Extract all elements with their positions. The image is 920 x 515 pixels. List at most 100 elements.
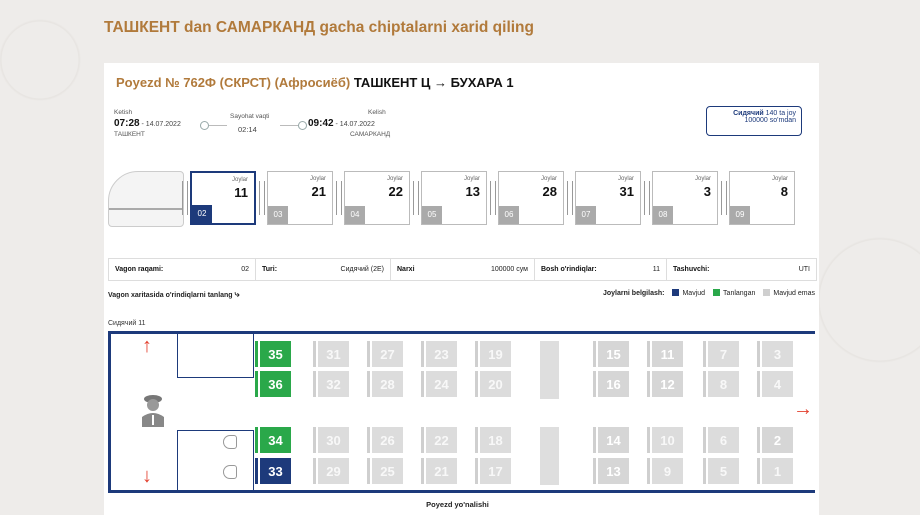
conductor-icon xyxy=(142,395,164,427)
seat-10[interactable]: 10 xyxy=(647,427,683,453)
seat-8[interactable]: 8 xyxy=(703,371,739,397)
train-number: Poyezd № 762Ф (СКРСТ) (Афросиёб) xyxy=(116,75,351,90)
seat-4[interactable]: 4 xyxy=(757,371,793,397)
duration-label: Sayohat vaqti xyxy=(230,113,270,120)
seat-24[interactable]: 24 xyxy=(421,371,457,397)
legend-available: Mavjud xyxy=(672,289,705,297)
depart-label: Ketish xyxy=(114,109,133,116)
seat-19[interactable]: 19 xyxy=(475,341,511,367)
seat-7[interactable]: 7 xyxy=(703,341,739,367)
wagon-05[interactable]: Joylar 13 05 xyxy=(421,171,487,225)
info-type-value: Сидячий (2Е) xyxy=(340,266,384,273)
wagon-number: 09 xyxy=(730,206,750,224)
toilet-compartment xyxy=(177,430,254,490)
wagon-coupler xyxy=(259,181,265,215)
wagon-number: 08 xyxy=(653,206,673,224)
down-arrow-icon: ↓ xyxy=(142,465,152,487)
seat-class-price: 100000 so'mdan xyxy=(744,117,796,124)
seat-3[interactable]: 3 xyxy=(757,341,793,367)
wagon-04[interactable]: Joylar 22 04 xyxy=(344,171,410,225)
info-carrier: Tashuvchi: UTI xyxy=(667,259,816,280)
wagon-number: 03 xyxy=(268,206,288,224)
seat-31[interactable]: 31 xyxy=(313,341,349,367)
seat-23[interactable]: 23 xyxy=(421,341,457,367)
seat-class-name: Сидячий xyxy=(733,110,764,117)
info-price-label: Narxi xyxy=(397,266,415,273)
seat-legend: Joylarni belgilash: Mavjud Tanlangan Mav… xyxy=(603,289,815,297)
wagon-07[interactable]: Joylar 31 07 xyxy=(575,171,641,225)
seat-12[interactable]: 12 xyxy=(647,371,683,397)
trip-timeline: Ketish 07:28 - 14.07.2022 ТАШКЕНТ Sayoha… xyxy=(114,109,414,149)
wagon-02[interactable]: Joylar 11 02 xyxy=(190,171,256,225)
wagon-seats-label: Joylar xyxy=(694,176,711,182)
info-free: Bosh o'rindiqlar: 11 xyxy=(535,259,667,280)
seat-17[interactable]: 17 xyxy=(475,458,511,484)
wagon-06[interactable]: Joylar 28 06 xyxy=(498,171,564,225)
wagon-number: 04 xyxy=(345,206,365,224)
seat-18[interactable]: 18 xyxy=(475,427,511,453)
seat-29[interactable]: 29 xyxy=(313,458,349,484)
hint-row: Vagon xaritasida o'rindiqlarni tanlang ⤷… xyxy=(108,289,815,303)
seat-class-count: 140 ta joy xyxy=(765,110,796,117)
seat-1[interactable]: 1 xyxy=(757,458,793,484)
wagon-coupler xyxy=(490,181,496,215)
seat-34[interactable]: 34 xyxy=(255,427,291,453)
seat-27[interactable]: 27 xyxy=(367,341,403,367)
wagon-09[interactable]: Joylar 8 09 xyxy=(729,171,795,225)
table-slot xyxy=(540,341,559,399)
right-arrow-icon: → xyxy=(793,398,813,420)
seat-class-box[interactable]: Сидячий 140 ta joy 100000 so'mdan xyxy=(706,106,802,136)
seat-2[interactable]: 2 xyxy=(757,427,793,453)
info-carrier-value: UTI xyxy=(798,266,810,273)
depart-dot xyxy=(200,121,209,130)
info-type: Turi: Сидячий (2Е) xyxy=(256,259,391,280)
wagon-03[interactable]: Joylar 21 03 xyxy=(267,171,333,225)
seat-hint: Vagon xaritasida o'rindiqlarni tanlang ⤷ xyxy=(108,289,240,299)
seat-20[interactable]: 20 xyxy=(475,371,511,397)
seat-15[interactable]: 15 xyxy=(593,341,629,367)
seat-5[interactable]: 5 xyxy=(703,458,739,484)
wagon-08[interactable]: Joylar 3 08 xyxy=(652,171,718,225)
info-free-label: Bosh o'rindiqlar: xyxy=(541,266,597,273)
wagon-seats-count: 8 xyxy=(780,184,788,199)
seat-22[interactable]: 22 xyxy=(421,427,457,453)
seat-25[interactable]: 25 xyxy=(367,458,403,484)
seat-36[interactable]: 36 xyxy=(255,371,291,397)
arrive-station: САМАРКАНД xyxy=(350,131,391,138)
car-wall-bottom xyxy=(108,490,815,493)
table-slot xyxy=(540,427,559,485)
wagon-seats-label: Joylar xyxy=(617,176,634,182)
seat-28[interactable]: 28 xyxy=(367,371,403,397)
locomotive xyxy=(108,171,184,227)
info-price-value: 100000 сум xyxy=(490,266,528,273)
seat-21[interactable]: 21 xyxy=(421,458,457,484)
wagon-coupler xyxy=(336,181,342,215)
arrive-date: - 14.07.2022 xyxy=(335,121,375,128)
seat-16[interactable]: 16 xyxy=(593,371,629,397)
info-price: Narxi 100000 сум xyxy=(391,259,535,280)
wagon-seats-label: Joylar xyxy=(540,176,557,182)
seat-26[interactable]: 26 xyxy=(367,427,403,453)
train-route: ТАШКЕНТ Ц → БУХАРА 1 xyxy=(353,75,514,90)
seat-32[interactable]: 32 xyxy=(313,371,349,397)
wagon-seats-count: 31 xyxy=(619,184,634,199)
depart-time: 07:28 xyxy=(114,118,140,129)
seat-11[interactable]: 11 xyxy=(647,341,683,367)
seat-9[interactable]: 9 xyxy=(647,458,683,484)
seat-13[interactable]: 13 xyxy=(593,458,629,484)
wagon-seats-count: 3 xyxy=(703,184,711,199)
seat-30[interactable]: 30 xyxy=(313,427,349,453)
timeline-line xyxy=(209,125,227,126)
seat-6[interactable]: 6 xyxy=(703,427,739,453)
timeline-line xyxy=(280,125,298,126)
seat-35[interactable]: 35 xyxy=(255,341,291,367)
seat-14[interactable]: 14 xyxy=(593,427,629,453)
info-wagon-label: Vagon raqami: xyxy=(115,266,164,273)
info-free-value: 11 xyxy=(652,266,660,273)
wagon-seats-count: 13 xyxy=(465,184,480,199)
depart-station: ТАШКЕНТ xyxy=(114,131,145,138)
train-header: Poyezd № 762Ф (СКРСТ) (Афросиёб) ТАШКЕНТ… xyxy=(116,75,514,90)
page-title: ТАШКЕНТ dan САМАРКАНД gacha chiptalarni … xyxy=(104,19,534,36)
seat-33[interactable]: 33 xyxy=(255,458,291,484)
up-arrow-icon: ↑ xyxy=(142,335,152,357)
